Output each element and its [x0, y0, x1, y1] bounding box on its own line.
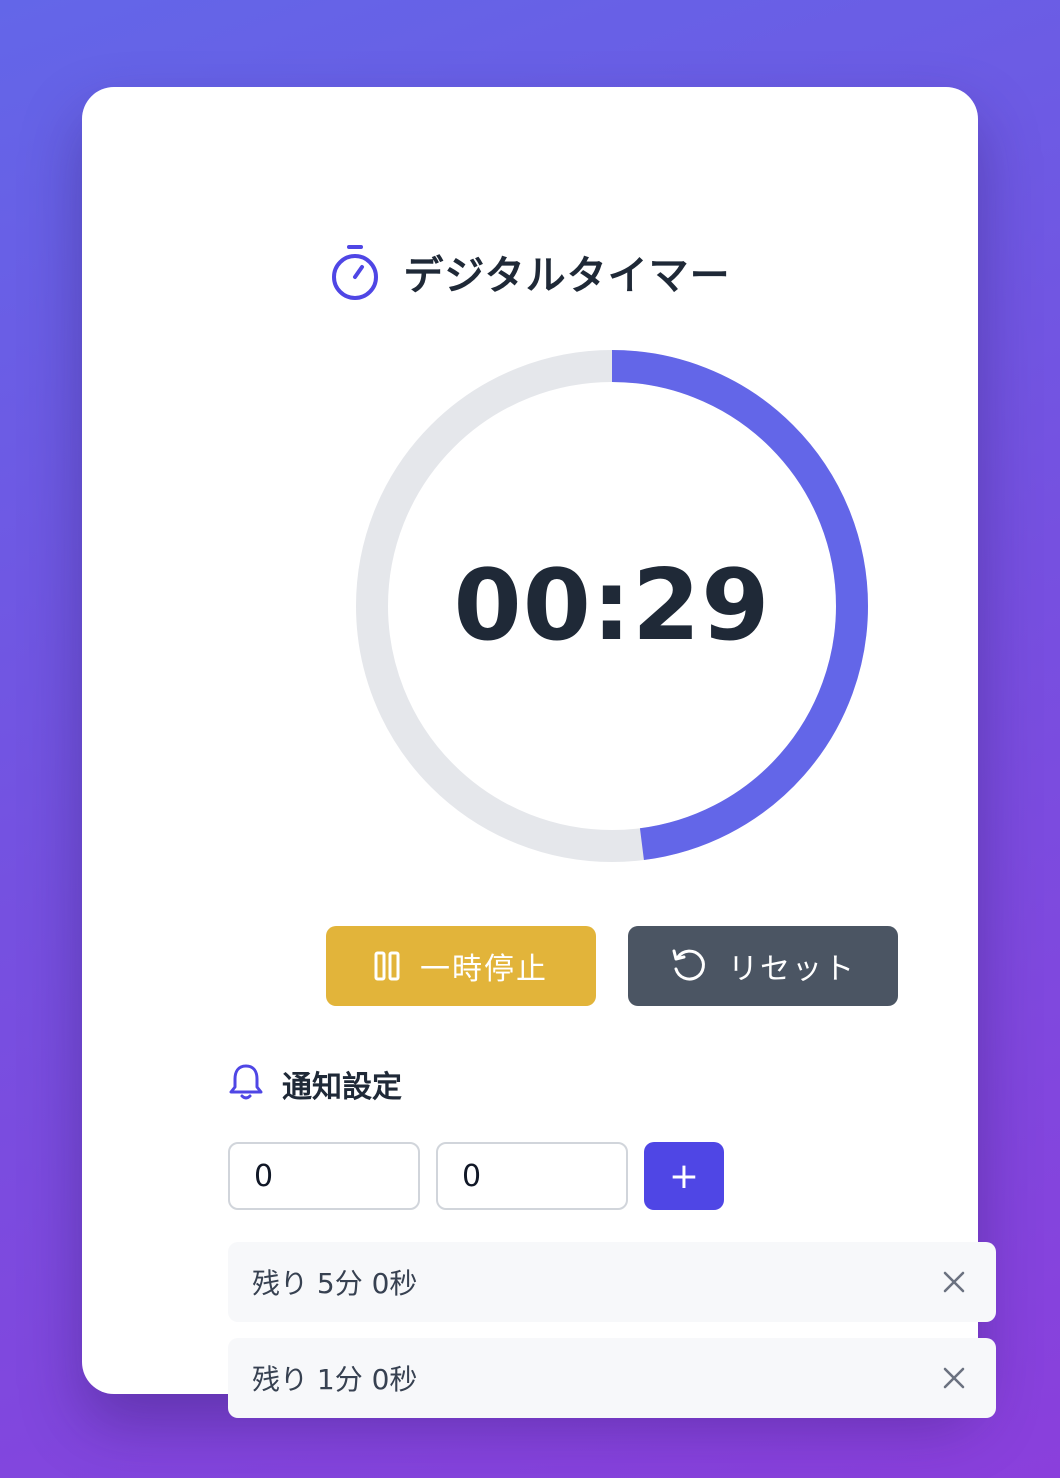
timer-card: デジタルタイマー 00:29 一時停止 リセット 通知設定 0 0 + 残り 5… — [82, 87, 996, 1418]
app-title: デジタルタイマー — [403, 253, 731, 299]
progress-ring: 00:29 — [355, 349, 869, 863]
pause-icon — [374, 951, 400, 981]
minutes-input[interactable] — [228, 1142, 420, 1210]
close-icon[interactable] — [940, 1364, 968, 1392]
stopwatch-icon — [329, 242, 381, 302]
header: デジタルタイマー — [82, 237, 978, 307]
add-notification-button[interactable]: + — [644, 1142, 724, 1210]
reset-label: リセット — [728, 952, 856, 987]
notification-label: 残り 1分 0秒 — [252, 1363, 418, 1396]
notification-settings-title: 通知設定 — [282, 1070, 402, 1105]
notification-item: 残り 5分 0秒 — [228, 1242, 996, 1322]
notification-item: 残り 1分 0秒 — [228, 1338, 996, 1418]
reset-button[interactable]: リセット — [628, 926, 898, 1006]
rotate-ccw-icon — [670, 947, 708, 985]
notification-settings-header: 通知設定 — [228, 1059, 402, 1109]
time-display: 00:29 — [453, 549, 771, 663]
pause-label: 一時停止 — [420, 952, 548, 987]
bell-icon — [228, 1062, 264, 1106]
notification-label: 残り 5分 0秒 — [252, 1267, 418, 1300]
pause-button[interactable]: 一時停止 — [326, 926, 596, 1006]
plus-icon: + — [668, 1155, 700, 1197]
seconds-input[interactable] — [436, 1142, 628, 1210]
close-icon[interactable] — [940, 1268, 968, 1296]
